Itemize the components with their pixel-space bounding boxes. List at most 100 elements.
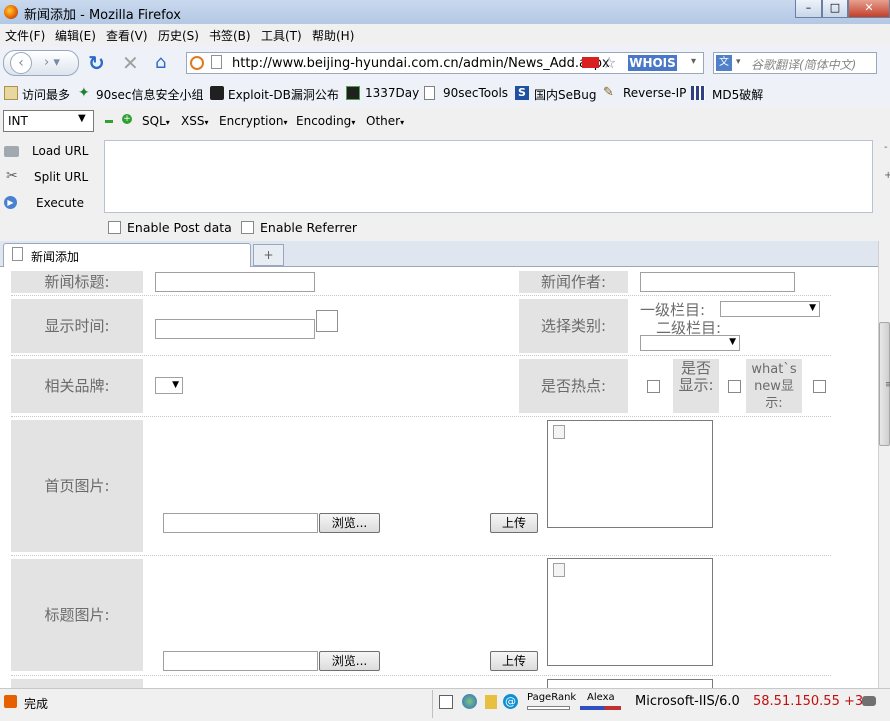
hackbar-url-textarea[interactable]: [104, 140, 873, 213]
stop-icon[interactable]: ✕: [122, 51, 139, 75]
bug-icon: ✦: [78, 85, 90, 101]
minimize-button[interactable]: –: [795, 0, 822, 18]
split-url-button[interactable]: Split URL: [34, 170, 88, 184]
vertical-scrollbar[interactable]: [878, 241, 890, 688]
forward-icon[interactable]: › ▾: [44, 55, 60, 70]
status-text: 完成: [24, 697, 49, 711]
category-level1-select[interactable]: ▼: [720, 301, 820, 317]
firefox-icon: [4, 5, 18, 19]
pagerank-bar: [527, 706, 570, 710]
firebug-icon[interactable]: [4, 695, 17, 708]
globe-icon[interactable]: [462, 694, 477, 709]
page-info-icon[interactable]: [439, 695, 453, 709]
whats-new-checkbox[interactable]: [813, 380, 826, 393]
home-image-upload-button[interactable]: 上传: [490, 513, 538, 533]
pagerank-addon-icon[interactable]: [485, 695, 497, 709]
scrollbar-grip-icon: ≡: [885, 380, 890, 390]
menu-view[interactable]: 查看(V): [106, 27, 148, 44]
back-icon[interactable]: ‹: [10, 52, 32, 74]
textarea-scroll-down-icon[interactable]: +: [884, 170, 890, 181]
minus-icon[interactable]: [105, 120, 113, 123]
reload-icon[interactable]: ↻: [88, 51, 105, 75]
execute-button[interactable]: Execute: [36, 196, 84, 210]
info-icon[interactable]: [190, 56, 204, 70]
bookmark-90sectools[interactable]: 90secTools: [443, 86, 508, 100]
divider: [11, 555, 831, 556]
addon-bar-icon[interactable]: [862, 696, 876, 706]
display-time-input[interactable]: [155, 319, 315, 339]
page-icon: [211, 55, 222, 69]
url-dropdown-icon[interactable]: ▾: [691, 56, 696, 67]
bookmark-most-visited[interactable]: 访问最多: [22, 86, 70, 103]
search-placeholder: 谷歌翻译(简体中文): [751, 58, 857, 72]
url-text[interactable]: http://www.beijing-hyundai.com.cn/admin/…: [232, 56, 610, 71]
home-image-file-input[interactable]: [163, 513, 318, 533]
broken-image-icon: [553, 425, 565, 439]
whats-new-label: what`s new显示:: [746, 359, 802, 413]
enable-post-label: Enable Post data: [127, 220, 232, 235]
news-author-input[interactable]: [640, 272, 795, 292]
calendar-icon[interactable]: [316, 310, 338, 332]
divider: [11, 295, 831, 296]
whois-badge[interactable]: WHOIS: [628, 55, 677, 71]
bookmark-1337day[interactable]: 1337Day: [365, 86, 419, 100]
int-select-dropdown-icon: ▼: [78, 113, 86, 124]
hackbar-menu-other[interactable]: Other▾: [366, 114, 404, 128]
related-brand-select[interactable]: ▼: [155, 377, 183, 394]
pagerank-label: PageRank: [527, 692, 577, 703]
ip-info: 58.51.150.55 +3: [753, 694, 864, 709]
menu-tools[interactable]: 工具(T): [261, 27, 302, 44]
news-author-label: 新闻作者:: [519, 271, 628, 293]
bookmark-reverse-ip[interactable]: Reverse-IP: [623, 86, 686, 100]
home-icon[interactable]: ⌂: [155, 52, 166, 73]
title-image-browse-button[interactable]: 浏览...: [319, 651, 380, 671]
maximize-button[interactable]: □: [822, 0, 848, 18]
bookmark-md5[interactable]: MD5破解: [712, 86, 763, 103]
divider: [11, 416, 831, 417]
divider: [11, 355, 831, 356]
divider: [11, 675, 831, 676]
hackbar-menu-sql[interactable]: SQL▾: [142, 114, 170, 128]
hot-news-checkbox[interactable]: [647, 380, 660, 393]
enable-referrer-label: Enable Referrer: [260, 220, 358, 235]
at-icon[interactable]: @: [503, 694, 518, 709]
bookmark-90sec[interactable]: 90sec信息安全小组: [96, 86, 204, 103]
new-tab-button[interactable]: +: [253, 244, 284, 266]
page-icon: [12, 247, 23, 261]
hackbar-menu-xss[interactable]: XSS▾: [181, 114, 208, 128]
enable-referrer-checkbox[interactable]: [241, 221, 254, 234]
bookmark-sebug[interactable]: 国内SeBug: [534, 86, 596, 103]
hot-news-label: 是否热点:: [519, 359, 628, 413]
bookmark-exploit-db[interactable]: Exploit-DB漏洞公布: [228, 86, 339, 103]
menu-help[interactable]: 帮助(H): [312, 27, 354, 44]
search-engine-dropdown-icon[interactable]: ▾: [736, 57, 741, 67]
news-title-input[interactable]: [155, 272, 315, 292]
broken-image-icon: [553, 563, 565, 577]
menu-file[interactable]: 文件(F): [5, 27, 45, 44]
server-info: Microsoft-IIS/6.0: [635, 694, 740, 709]
title-image-upload-button[interactable]: 上传: [490, 651, 538, 671]
menu-edit[interactable]: 编辑(E): [55, 27, 96, 44]
split-url-icon: ✂: [6, 168, 18, 184]
title-image-file-input[interactable]: [163, 651, 318, 671]
plus-icon[interactable]: +: [122, 114, 132, 124]
show-checkbox[interactable]: [728, 380, 741, 393]
category-level2-select[interactable]: ▼: [640, 335, 740, 351]
close-window-button[interactable]: ✕: [848, 0, 890, 18]
hackbar-menu-encoding[interactable]: Encoding▾: [296, 114, 355, 128]
menu-history[interactable]: 历史(S): [158, 27, 199, 44]
news-title-label: 新闻标题:: [11, 271, 143, 293]
md5-icon: [691, 86, 705, 100]
pencil-icon: ✎: [603, 85, 614, 100]
load-url-button[interactable]: Load URL: [32, 144, 88, 158]
bookmark-star-icon[interactable]: ☆: [602, 53, 616, 72]
hackbar-menu-encryption[interactable]: Encryption▾: [219, 114, 287, 128]
show-label: 是否显示:: [673, 359, 719, 413]
home-image-browse-button[interactable]: 浏览...: [319, 513, 380, 533]
translate-icon[interactable]: 文: [716, 55, 732, 71]
enable-post-checkbox[interactable]: [108, 221, 121, 234]
title-image-label: 标题图片:: [11, 559, 143, 671]
menu-bookmarks[interactable]: 书签(B): [209, 27, 251, 44]
int-select-value: INT: [8, 114, 28, 128]
textarea-scroll-up-icon[interactable]: -: [884, 142, 888, 153]
